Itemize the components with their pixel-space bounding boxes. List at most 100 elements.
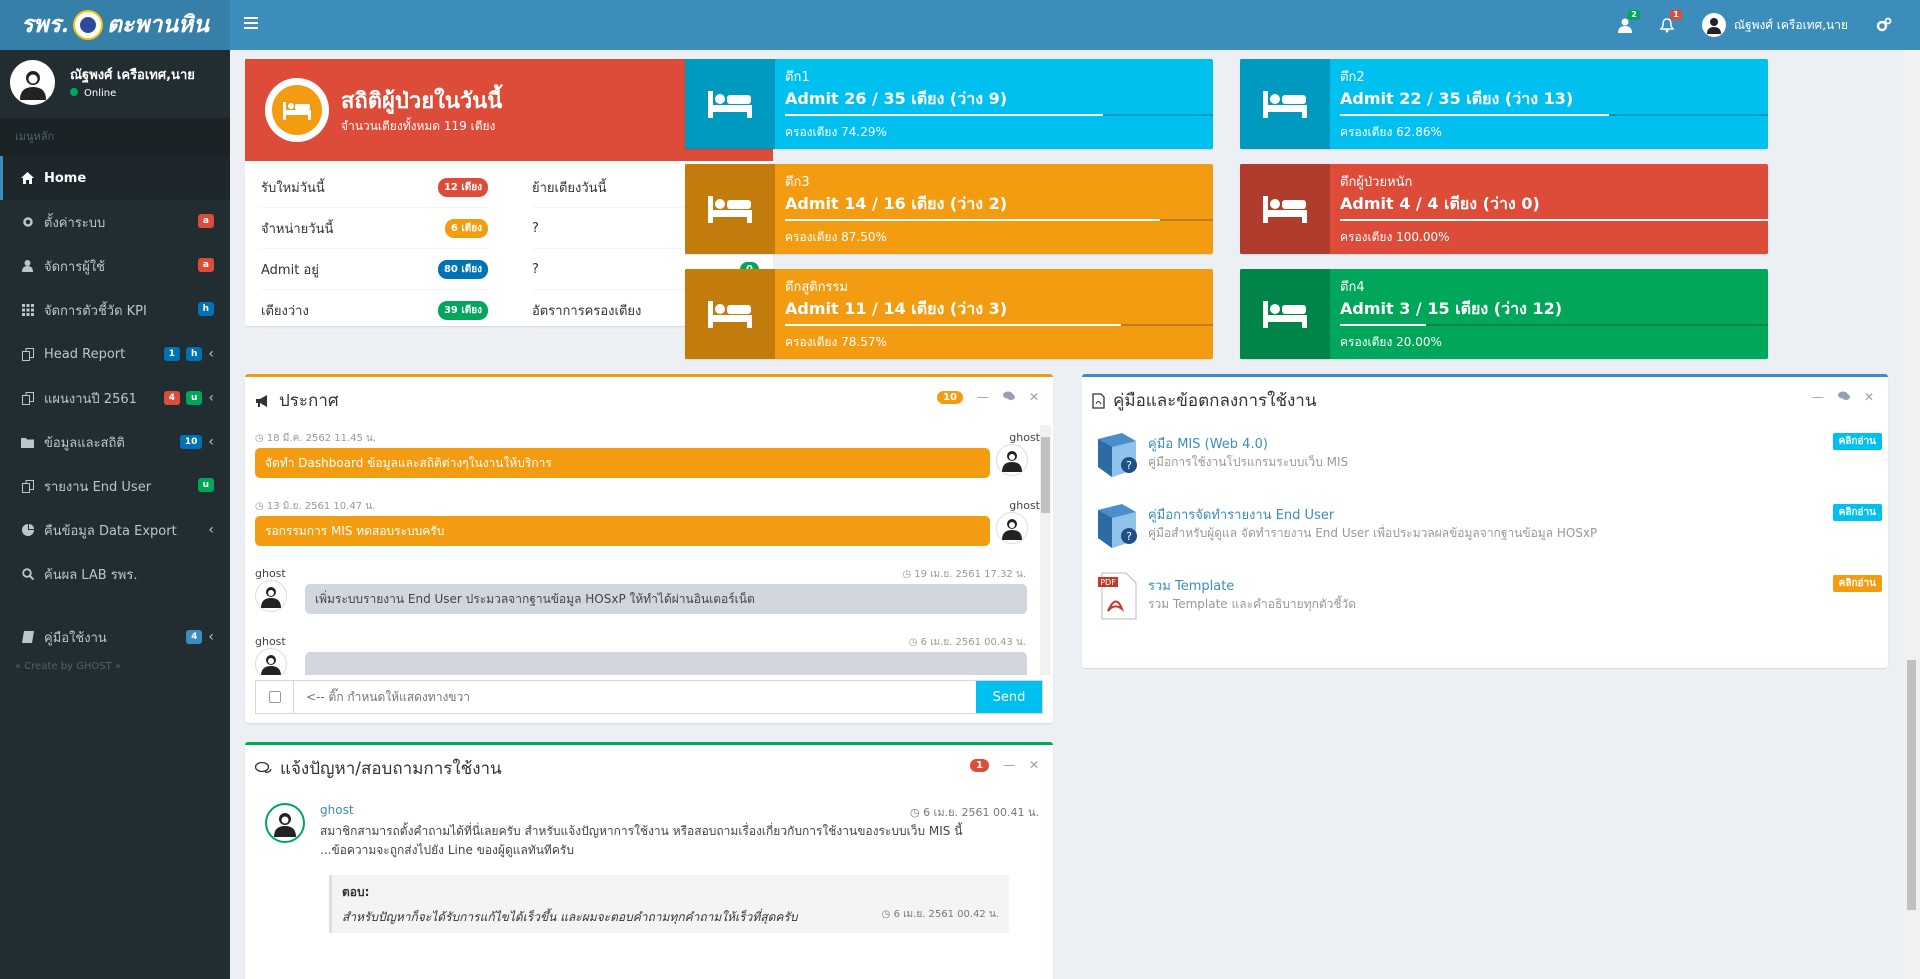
chat-icon[interactable] xyxy=(1837,390,1850,404)
chat-message: ◷ 13 มิ.ย. 2561 10.47 น. ghost รอกรรมการ M… xyxy=(255,499,1040,567)
stat-label: รับใหม่วันนี้ xyxy=(261,180,325,196)
ward-info-box[interactable]: ตึกสูติกรรม Admit 11 / 14 เตียง (ว่าง 3) ค… xyxy=(685,269,1213,359)
message-time: ◷ 18 มี.ค. 2562 11.45 น. xyxy=(255,433,377,444)
sidebar-item[interactable]: Head Report 1 h ‹ xyxy=(0,332,230,376)
sidebar: ณัฐพงศ์ เครือเทศ,นาย Online เมนูหลัก Hom… xyxy=(0,50,230,979)
bed-icon xyxy=(685,59,775,149)
ward-info-box[interactable]: ตึก4 Admit 3 / 15 เตียง (ว่าง 12) ครองเตีย… xyxy=(1240,269,1768,359)
stat-row: Admit อยู่ 80 เตียง xyxy=(261,249,488,290)
issue-user-link[interactable]: ghost xyxy=(320,803,354,817)
sidebar-item[interactable]: แผนงานปี 2561 4 u ‹ xyxy=(0,376,230,420)
chat-icon[interactable] xyxy=(1002,390,1015,404)
close-icon[interactable]: ✕ xyxy=(1029,758,1039,772)
ward-info-box[interactable]: ตึกผู้ป่วยหนัก Admit 4 / 4 เตียง (ว่าง 0)… xyxy=(1240,164,1768,254)
ward-occupancy: ครองเตียง 100.00% xyxy=(1340,230,1450,244)
pie-chart-icon xyxy=(21,524,34,537)
stat-value-badge: 80 เตียง xyxy=(437,259,488,279)
sidebar-item[interactable]: ข้อมูลและสถิติ 10 ‹ xyxy=(0,420,230,464)
occupancy-progress-bar xyxy=(785,219,1213,221)
sidebar-item[interactable]: Home xyxy=(0,156,230,200)
sidebar-item-label: ตั้งค่าระบบ xyxy=(44,215,106,231)
occupancy-progress-bar xyxy=(785,114,1213,116)
sidebar-item-label: คืนข้อมูล Data Export xyxy=(44,523,177,539)
answer-heading: ตอบ: xyxy=(342,885,370,899)
collapse-icon[interactable]: — xyxy=(1003,758,1015,772)
sidebar-item-label: Head Report xyxy=(44,346,126,362)
menu-badge: 4 xyxy=(163,391,180,405)
close-icon[interactable]: ✕ xyxy=(1864,390,1874,404)
sidebar-item[interactable]: จัดการตัวชี้วัด KPI h xyxy=(0,288,230,332)
issue-count-badge: 1 xyxy=(969,758,989,772)
stat-label: ย้ายเตียงวันนี้ xyxy=(532,180,607,196)
issue-time: ◷ 6 เม.ย. 2561 00.41 น. xyxy=(910,803,1039,821)
ward-occupancy: ครองเตียง 62.86% xyxy=(1340,125,1442,139)
collapse-icon[interactable]: — xyxy=(977,390,989,404)
issue-time-text: 6 เม.ย. 2561 00.41 น. xyxy=(923,806,1039,819)
panel-title: ประกาศ xyxy=(279,391,339,411)
chat-input[interactable] xyxy=(294,681,976,713)
page-scrollbar[interactable] xyxy=(1903,50,1920,979)
sidebar-item[interactable]: จัดการผู้ใช้ a xyxy=(0,244,230,288)
users-online-button[interactable]: 2 xyxy=(1604,0,1646,50)
sidebar-item[interactable]: คู่มือใช้งาน 4 ‹ xyxy=(0,615,230,659)
sidebar-item[interactable]: ค้นผล LAB รพร. xyxy=(0,552,230,596)
menu-badge: a xyxy=(197,258,214,272)
hospital-logo[interactable]: รพร. ตะพานหิน xyxy=(0,0,230,50)
show-right-checkbox[interactable] xyxy=(256,681,294,713)
chevron-left-icon: ‹ xyxy=(208,346,214,362)
chat-scrollbar[interactable] xyxy=(1040,425,1051,675)
help-book-icon: ? xyxy=(1092,429,1142,479)
manual-description: คู่มือสำหรับผู้ดูแล จัดทำรายงาน End User… xyxy=(1148,526,1598,540)
manual-title-link[interactable]: คู่มือการจัดทำรายงาน End User xyxy=(1148,504,1334,525)
megaphone-icon xyxy=(256,394,267,407)
settings-button[interactable] xyxy=(1862,0,1920,50)
send-button[interactable]: Send xyxy=(976,681,1042,713)
close-icon[interactable]: ✕ xyxy=(1029,390,1039,404)
ward-admit: Admit 4 / 4 เตียง (ว่าง 0) xyxy=(1340,194,1540,213)
manual-panel: คู่มือและข้อตกลงการใช้งาน — ✕ ? คู่มือ MI… xyxy=(1082,374,1888,668)
chevron-left-icon: ‹ xyxy=(208,434,214,450)
stat-label: ? xyxy=(532,261,539,277)
sidebar-item-label: ข้อมูลและสถิติ xyxy=(44,435,125,451)
notifications-button[interactable]: 1 xyxy=(1646,0,1688,50)
top-navbar: รพร. ตะพานหิน 2 1 ณัฐพงศ์ เครือเทศ,นาย xyxy=(0,0,1920,50)
manual-title-link[interactable]: คู่มือ MIS (Web 4.0) xyxy=(1148,433,1268,454)
message-time: ◷ 19 เม.ย. 2561 17.32 น. xyxy=(902,569,1026,580)
sidebar-item[interactable]: ตั้งค่าระบบ a xyxy=(0,200,230,244)
stat-row: จำหน่ายวันนี้ 6 เตียง xyxy=(261,208,488,249)
collapse-icon[interactable]: — xyxy=(1812,390,1824,404)
ward-occupancy: ครองเตียง 20.00% xyxy=(1340,335,1442,349)
answer-time: ◷ 6 เม.ย. 2561 00.42 น. xyxy=(882,907,999,922)
manual-description: คู่มือการใช้งานโปรแกรมระบบเว็บ MIS xyxy=(1148,455,1349,469)
grid-icon xyxy=(21,304,34,317)
svg-text:?: ? xyxy=(1126,530,1132,543)
avatar xyxy=(265,803,305,843)
ward-info-box[interactable]: ตึก1 Admit 26 / 35 เตียง (ว่าง 9) ครองเตีย… xyxy=(685,59,1213,149)
sidebar-toggle-button[interactable] xyxy=(244,17,258,33)
manual-description: รวม Template และคำอธิบายทุกตัวชี้วัด xyxy=(1148,597,1357,611)
chevron-left-icon: ‹ xyxy=(208,390,214,406)
read-label[interactable]: คลิกอ่าน xyxy=(1832,575,1882,592)
bed-icon xyxy=(1240,59,1330,149)
sidebar-item[interactable]: คืนข้อมูล Data Export ‹ xyxy=(0,508,230,552)
bed-icon xyxy=(265,78,329,142)
stat-row: เตียงว่าง 39 เตียง xyxy=(261,290,488,331)
sidebar-item-label: รายงาน End User xyxy=(44,479,152,495)
read-label[interactable]: คลิกอ่าน xyxy=(1832,433,1882,450)
read-label[interactable]: คลิกอ่าน xyxy=(1832,504,1882,521)
stat-label: เตียงว่าง xyxy=(261,303,309,319)
sidebar-item[interactable]: รายงาน End User u xyxy=(0,464,230,508)
chevron-left-icon: ‹ xyxy=(208,629,214,645)
ward-info-box[interactable]: ตึก3 Admit 14 / 16 เตียง (ว่าง 2) ครองเตีย… xyxy=(685,164,1213,254)
user-menu-button[interactable]: ณัฐพงศ์ เครือเทศ,นาย xyxy=(1688,0,1862,50)
svg-text:PDF: PDF xyxy=(1100,578,1116,587)
announcement-panel: ประกาศ 10 — ✕ ◷ 18 มี.ค. 2562 11.45 น. gh… xyxy=(245,374,1053,723)
occupancy-progress-bar xyxy=(1340,114,1768,116)
avatar xyxy=(1701,13,1726,37)
ward-name: ตึก2 xyxy=(1340,70,1365,85)
stat-label: จำหน่ายวันนี้ xyxy=(261,221,334,237)
manual-title-link[interactable]: รวม Template xyxy=(1148,575,1234,596)
menu-badge: 1 xyxy=(163,347,180,361)
chat-messages[interactable]: ◷ 18 มี.ค. 2562 11.45 น. ghost จัดทำ Dashb… xyxy=(255,431,1040,675)
ward-info-box[interactable]: ตึก2 Admit 22 / 35 เตียง (ว่าง 13) ครองเตี… xyxy=(1240,59,1768,149)
